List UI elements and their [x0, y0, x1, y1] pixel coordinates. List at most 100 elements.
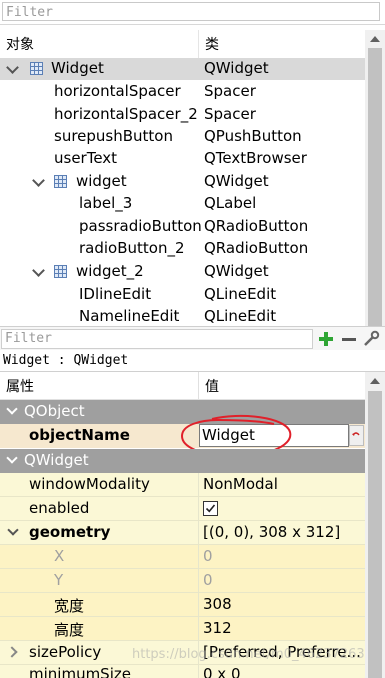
- expand-chevron-icon[interactable]: [6, 646, 18, 658]
- cell-divider: [198, 617, 199, 641]
- property-value[interactable]: [(0, 0), 308 x 312]: [203, 523, 340, 541]
- tree-row-class: QRadioButton: [204, 239, 309, 257]
- tree-row-class: QLineEdit: [204, 285, 277, 303]
- tree-row-widget[interactable]: Widget QWidget: [0, 58, 365, 80]
- tree-row-name: Widget: [51, 59, 104, 77]
- tree-row-name: widget: [76, 172, 127, 190]
- property-value: 0: [203, 547, 213, 565]
- checkmark-icon: [205, 504, 216, 513]
- tree-row[interactable]: surepushButton QPushButton: [0, 126, 365, 148]
- expand-chevron-icon[interactable]: [32, 264, 45, 277]
- object-inspector: Filter 对象 类 Widget QWidget horizontalSpa…: [0, 0, 385, 326]
- tree-row-name: NamelineEdit: [79, 307, 180, 325]
- property-row-enabled[interactable]: enabled: [0, 497, 365, 521]
- enabled-checkbox[interactable]: [203, 501, 218, 516]
- property-name: Y: [54, 571, 64, 589]
- tree-row-class: Spacer: [204, 82, 256, 100]
- wrench-icon[interactable]: [362, 330, 380, 348]
- property-name: windowModality: [29, 475, 150, 493]
- column-divider[interactable]: [198, 30, 199, 58]
- property-row-width[interactable]: 宽度 308: [0, 593, 365, 617]
- tree-row-class: QPushButton: [204, 127, 302, 145]
- tree-row[interactable]: passradioButton QRadioButton: [0, 216, 365, 238]
- property-value[interactable]: 0 x 0: [203, 665, 241, 678]
- expand-chevron-icon[interactable]: [6, 61, 19, 74]
- property-name: X: [54, 547, 65, 565]
- property-name: geometry: [29, 523, 111, 541]
- tree-row-class: Spacer: [204, 105, 256, 123]
- cell-divider: [198, 545, 199, 569]
- cell-divider: [198, 521, 199, 545]
- property-toolbar: Filter: [0, 326, 385, 351]
- property-row-windowmodality[interactable]: windowModality NonModal: [0, 473, 365, 497]
- object-tree-header: 对象 类: [0, 30, 365, 59]
- tree-row-name: radioButton_2: [79, 239, 185, 257]
- property-row-geometry[interactable]: geometry [(0, 0), 308 x 312]: [0, 521, 365, 545]
- tree-row[interactable]: IDlineEdit QLineEdit: [0, 284, 365, 306]
- tree-row-class: QLineEdit: [204, 307, 277, 325]
- scroll-up-arrow-icon[interactable]: [370, 378, 380, 384]
- tree-row[interactable]: userText QTextBrowser: [0, 148, 365, 170]
- property-value[interactable]: NonModal: [203, 475, 278, 493]
- object-filter-bar: Filter: [0, 0, 385, 25]
- reset-property-button[interactable]: [349, 425, 364, 446]
- tree-row-class: QWidget: [204, 172, 269, 190]
- column-divider[interactable]: [198, 372, 199, 399]
- tree-row-class: QWidget: [204, 262, 269, 280]
- current-object-label: Widget : QWidget: [0, 350, 385, 372]
- tree-row-name: userText: [54, 149, 118, 167]
- add-property-icon[interactable]: [317, 330, 335, 348]
- property-value[interactable]: 308: [203, 595, 232, 613]
- object-filter-input[interactable]: Filter: [2, 2, 380, 21]
- cell-divider: [198, 569, 199, 593]
- widget-grid-icon: [54, 265, 67, 278]
- expand-chevron-icon[interactable]: [7, 524, 19, 536]
- property-name: sizePolicy: [29, 643, 102, 661]
- cell-divider: [198, 473, 199, 497]
- scroll-up-arrow-icon[interactable]: [370, 36, 380, 42]
- property-filter-input[interactable]: Filter: [1, 329, 313, 349]
- cell-divider: [198, 497, 199, 521]
- group-label: QWidget: [24, 451, 89, 469]
- property-name: minimumSize: [29, 665, 131, 678]
- property-row-y[interactable]: Y 0: [0, 569, 365, 593]
- property-row-x[interactable]: X 0: [0, 545, 365, 569]
- watermark-text: https://blog.csdn.net/m0_46237263: [132, 647, 365, 662]
- object-tree-scrollbar[interactable]: [365, 30, 385, 326]
- property-group-qwidget[interactable]: QWidget: [0, 449, 365, 473]
- tree-row-name: horizontalSpacer: [54, 82, 181, 100]
- scrollbar-thumb[interactable]: [368, 48, 382, 326]
- tree-row[interactable]: NamelineEdit QLineEdit: [0, 306, 365, 326]
- tree-row-class: QTextBrowser: [204, 149, 307, 167]
- property-row-objectname[interactable]: objectName Widget: [0, 414, 365, 458]
- column-header-class[interactable]: 类: [205, 34, 219, 54]
- cell-divider: [198, 593, 199, 617]
- tree-row-class: QWidget: [204, 59, 269, 77]
- tree-row-widget-child[interactable]: widget QWidget: [0, 171, 365, 193]
- tree-row[interactable]: horizontalSpacer Spacer: [0, 81, 365, 103]
- tree-row-widget-2[interactable]: widget_2 QWidget: [0, 261, 365, 283]
- tree-row[interactable]: label_3 QLabel: [0, 193, 365, 215]
- tree-row[interactable]: horizontalSpacer_2 Spacer: [0, 104, 365, 126]
- column-header-value[interactable]: 值: [205, 376, 219, 396]
- property-row-minimumsize[interactable]: minimumSize 0 x 0: [0, 665, 365, 678]
- expand-chevron-icon[interactable]: [32, 174, 45, 187]
- group-label: QObject: [24, 402, 85, 420]
- tree-row-name: widget_2: [76, 262, 144, 280]
- property-name: objectName: [29, 426, 130, 444]
- tree-row[interactable]: radioButton_2 QRadioButton: [0, 238, 365, 260]
- tree-row-name: surepushButton: [54, 127, 173, 145]
- property-scrollbar[interactable]: [365, 372, 385, 678]
- remove-property-icon[interactable]: [340, 330, 358, 348]
- property-row-height[interactable]: 高度 312: [0, 617, 365, 641]
- column-header-object[interactable]: 对象: [6, 34, 34, 54]
- collapse-chevron-icon[interactable]: [6, 452, 18, 464]
- column-header-property[interactable]: 属性: [6, 376, 34, 396]
- scrollbar-thumb[interactable]: [368, 391, 382, 678]
- tree-row-name: horizontalSpacer_2: [54, 105, 198, 123]
- property-name: enabled: [29, 499, 90, 517]
- reset-arrow-icon: [352, 432, 360, 436]
- property-editor: Filter Widget : QWidget 属性 值 QObject obj…: [0, 326, 385, 678]
- collapse-chevron-icon[interactable]: [6, 403, 18, 415]
- property-value[interactable]: 312: [203, 619, 232, 637]
